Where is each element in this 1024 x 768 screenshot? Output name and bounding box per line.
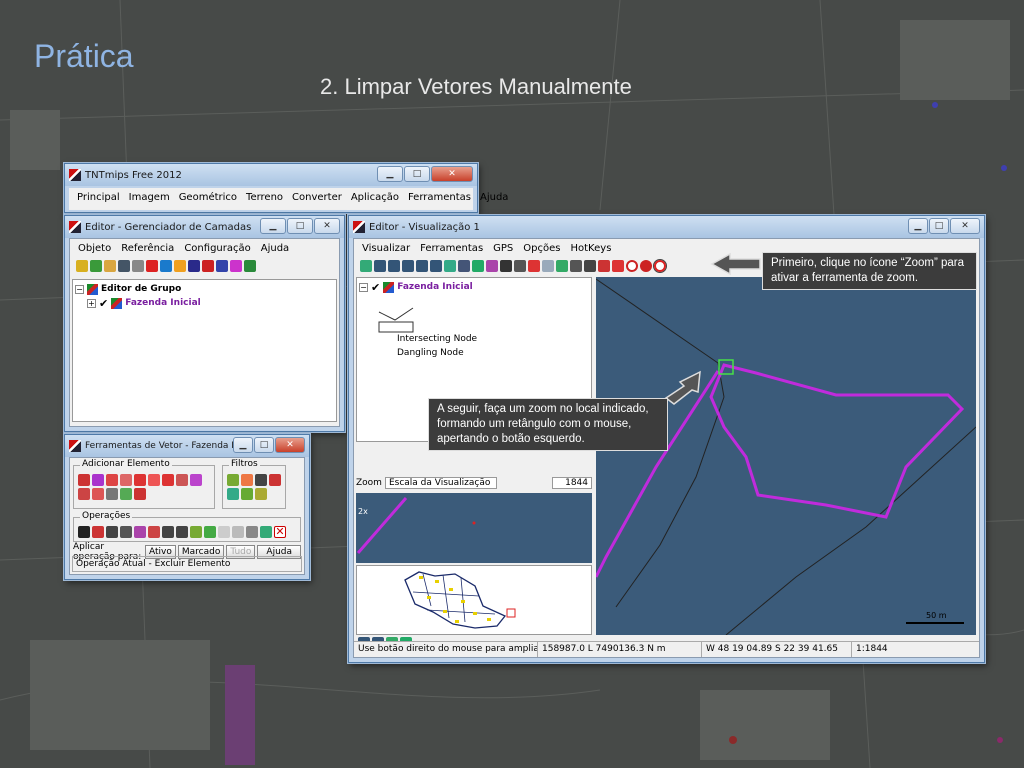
callout-second: A seguir, faça um zoom no local indicado… xyxy=(428,398,668,451)
callout-first: Primeiro, clique no ícone “Zoom” para at… xyxy=(762,252,977,290)
callout-arrows xyxy=(664,252,761,405)
